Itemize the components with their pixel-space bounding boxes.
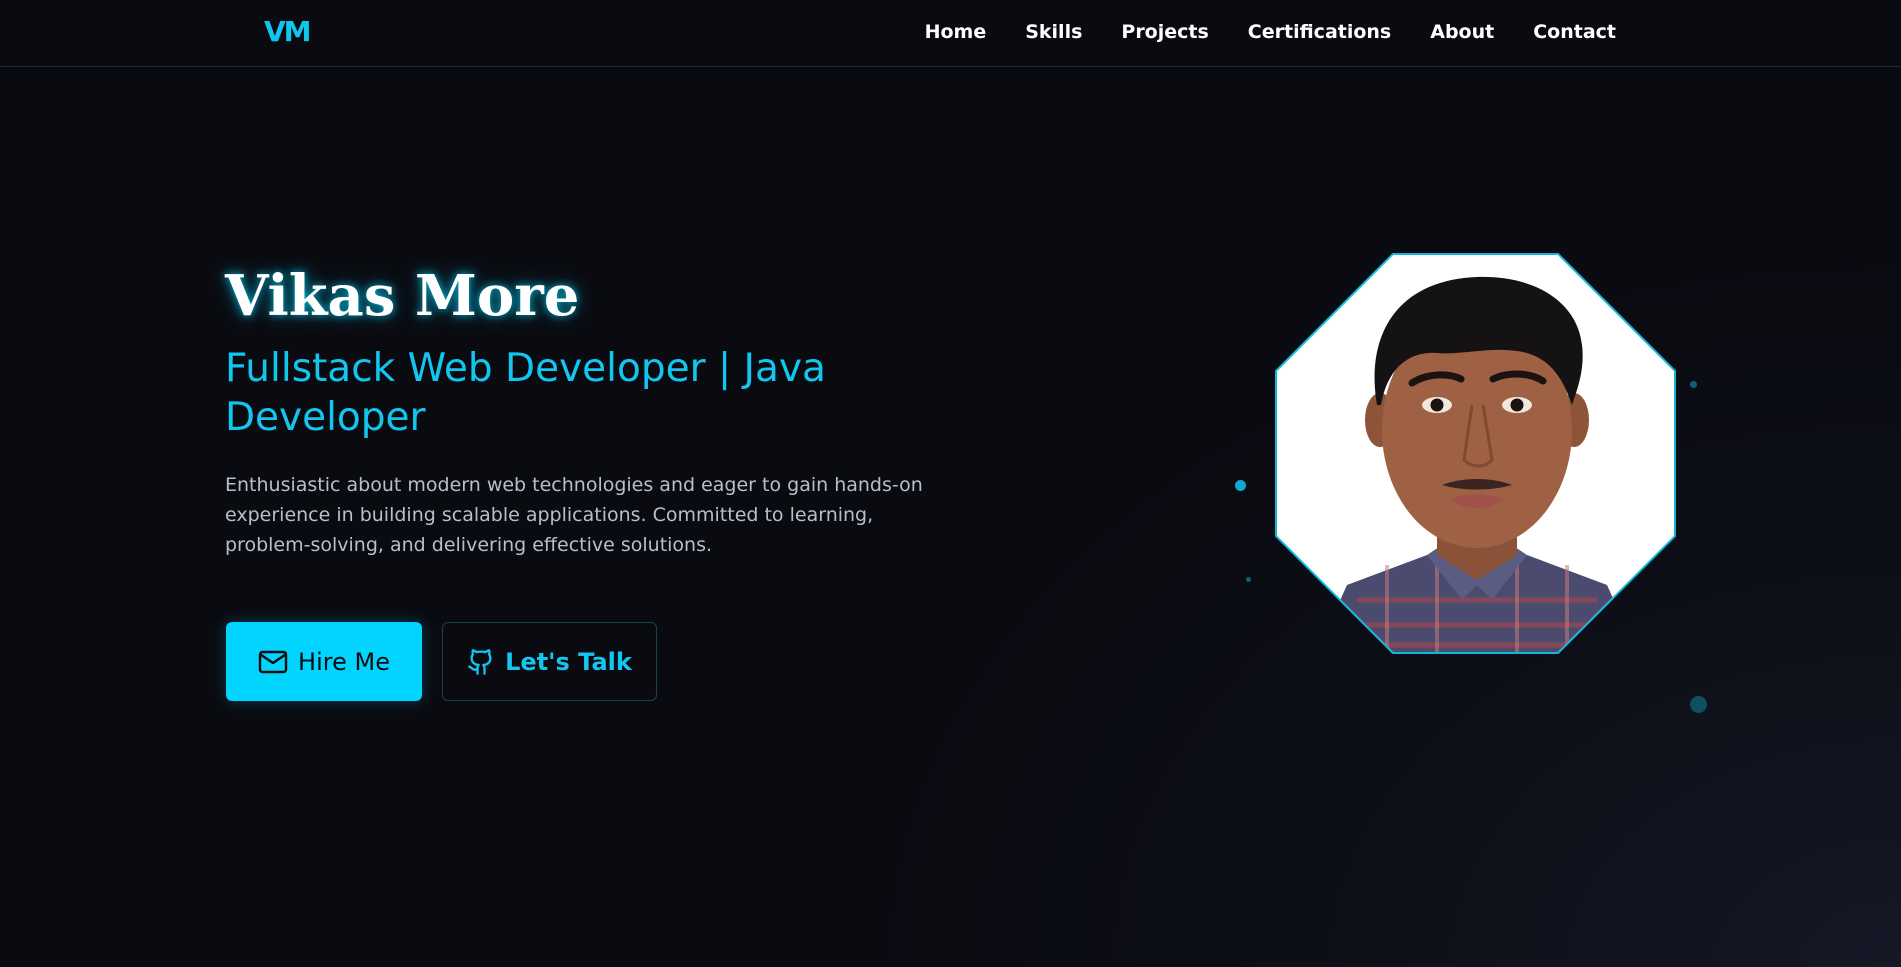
nav-link-home[interactable]: Home	[925, 18, 987, 46]
mail-icon	[258, 649, 288, 675]
hire-me-button[interactable]: Hire Me	[226, 622, 422, 701]
profile-frame	[1275, 253, 1676, 654]
decorative-dot	[1246, 577, 1251, 582]
hero-description: Enthusiastic about modern web technologi…	[225, 474, 923, 556]
nav-link-contact[interactable]: Contact	[1533, 18, 1616, 46]
nav-link-certifications[interactable]: Certifications	[1248, 18, 1391, 46]
page: VM Home Skills Projects Certifications A…	[0, 0, 1901, 967]
nav-link-about[interactable]: About	[1430, 18, 1494, 46]
hero-title: Fullstack Web Developer | Java Developer	[225, 346, 826, 440]
hire-me-label: Hire Me	[298, 647, 390, 676]
github-icon	[467, 648, 495, 676]
nav-links: Home Skills Projects Certifications Abou…	[886, 18, 1616, 46]
decorative-dot	[1235, 480, 1246, 491]
lets-talk-button[interactable]: Let's Talk	[442, 622, 657, 701]
logo[interactable]: VM	[264, 14, 312, 50]
lets-talk-label: Let's Talk	[505, 647, 632, 676]
decorative-dot	[1690, 696, 1707, 713]
nav-link-skills[interactable]: Skills	[1025, 18, 1082, 46]
profile-portrait-illustration	[1277, 255, 1674, 652]
profile-photo	[1277, 255, 1674, 652]
hero-name: Vikas More	[225, 263, 580, 329]
navbar: VM Home Skills Projects Certifications A…	[0, 0, 1901, 67]
nav-link-projects[interactable]: Projects	[1121, 18, 1208, 46]
decorative-dot	[1690, 381, 1697, 388]
